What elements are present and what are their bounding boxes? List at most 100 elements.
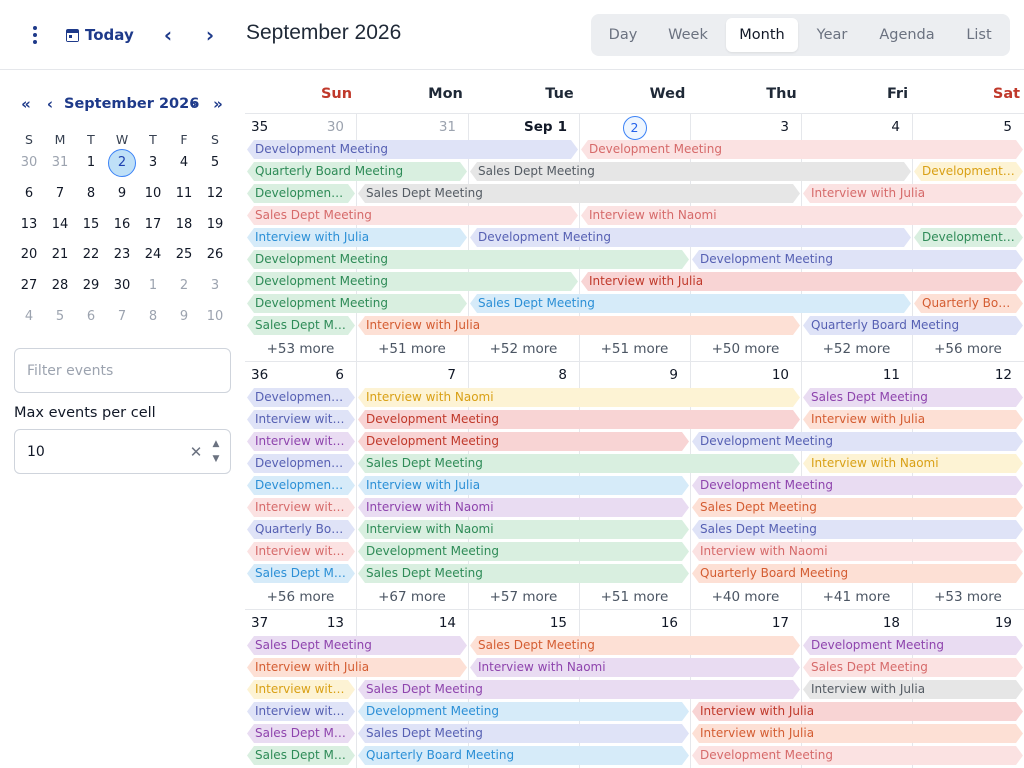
- event-bar[interactable]: Development Meeting: [470, 228, 911, 247]
- more-events-link[interactable]: +50 more: [690, 338, 801, 360]
- event-bar[interactable]: Sales Dept Meeting: [358, 454, 800, 473]
- mini-day[interactable]: 13: [15, 211, 43, 239]
- mini-day[interactable]: 12: [201, 180, 229, 208]
- day-number[interactable]: 17: [749, 615, 789, 631]
- mini-day[interactable]: 5: [201, 149, 229, 177]
- today-button[interactable]: Today: [66, 20, 134, 50]
- event-bar[interactable]: Development Meeting: [247, 140, 578, 159]
- event-bar[interactable]: Interview with Julia: [692, 724, 1023, 743]
- max-events-input[interactable]: [15, 430, 165, 473]
- event-bar[interactable]: Interview with Naomi: [692, 542, 1023, 561]
- day-number[interactable]: 5: [972, 119, 1012, 135]
- event-bar[interactable]: Quarterly Board Meeting: [358, 746, 689, 765]
- decrement-icon[interactable]: ▼: [208, 453, 224, 465]
- mini-day[interactable]: 26: [201, 241, 229, 269]
- mini-day[interactable]: 17: [139, 211, 167, 239]
- day-number[interactable]: 6: [304, 367, 344, 383]
- event-bar[interactable]: Interview with Julia: [247, 542, 355, 561]
- event-bar[interactable]: Development Meeting: [247, 184, 355, 203]
- day-number[interactable]: 18: [860, 615, 900, 631]
- mini-day[interactable]: 8: [77, 180, 105, 208]
- event-bar[interactable]: Quarterly Board Meeting: [247, 520, 355, 539]
- event-bar[interactable]: Development Meeting: [247, 388, 355, 407]
- day-number[interactable]: 8: [527, 367, 567, 383]
- increment-icon[interactable]: ▲: [208, 438, 224, 450]
- more-events-link[interactable]: +56 more: [912, 338, 1024, 360]
- event-bar[interactable]: Interview with Naomi: [247, 702, 355, 721]
- mini-day[interactable]: 10: [201, 303, 229, 331]
- view-day-button[interactable]: Day: [595, 18, 651, 52]
- event-bar[interactable]: Development Meeting: [358, 702, 689, 721]
- mini-day[interactable]: 2: [170, 272, 198, 300]
- day-number[interactable]: 12: [972, 367, 1012, 383]
- mini-prev-year-button[interactable]: «: [14, 93, 38, 115]
- mini-day[interactable]: 7: [46, 180, 74, 208]
- event-bar[interactable]: Interview with Naomi: [581, 206, 1023, 225]
- mini-day[interactable]: 6: [77, 303, 105, 331]
- event-bar[interactable]: Development Meeting: [247, 476, 355, 495]
- day-number[interactable]: 3: [749, 119, 789, 135]
- event-bar[interactable]: Interview with Julia: [803, 410, 1023, 429]
- day-number[interactable]: 11: [860, 367, 900, 383]
- day-number[interactable]: 2: [622, 116, 647, 140]
- mini-day[interactable]: 3: [139, 149, 167, 177]
- event-bar[interactable]: Sales Dept Meeting: [358, 724, 689, 743]
- event-bar[interactable]: Sales Dept Meeting: [692, 498, 1023, 517]
- event-bar[interactable]: Sales Dept Meeting: [358, 564, 689, 583]
- day-number[interactable]: 19: [972, 615, 1012, 631]
- more-events-link[interactable]: +67 more: [356, 586, 468, 608]
- event-bar[interactable]: Interview with Julia: [247, 410, 355, 429]
- more-events-link[interactable]: +40 more: [690, 586, 801, 608]
- day-number[interactable]: 15: [527, 615, 567, 631]
- event-bar[interactable]: Sales Dept Meeting: [803, 388, 1023, 407]
- event-bar[interactable]: Interview with Naomi: [247, 498, 355, 517]
- event-bar[interactable]: Development Meeting: [914, 228, 1023, 247]
- event-bar[interactable]: Development Meeting: [358, 542, 689, 561]
- event-bar[interactable]: Development Meeting: [247, 454, 355, 473]
- day-number[interactable]: 14: [416, 615, 456, 631]
- event-bar[interactable]: Sales Dept Meeting: [247, 564, 355, 583]
- event-bar[interactable]: Quarterly Board Meeting: [803, 316, 1023, 335]
- event-bar[interactable]: Sales Dept Meeting: [470, 162, 911, 181]
- event-bar[interactable]: Interview with Julia: [692, 702, 1023, 721]
- event-bar[interactable]: Sales Dept Meeting: [247, 746, 355, 765]
- event-bar[interactable]: Interview with Julia: [247, 658, 467, 677]
- mini-day[interactable]: 1: [77, 149, 105, 177]
- mini-day[interactable]: 1: [139, 272, 167, 300]
- event-bar[interactable]: Quarterly Board Meeting: [914, 294, 1023, 313]
- mini-day[interactable]: 15: [77, 211, 105, 239]
- mini-day[interactable]: 22: [77, 241, 105, 269]
- event-bar[interactable]: Development Meeting: [358, 432, 689, 451]
- mini-day[interactable]: 3: [201, 272, 229, 300]
- more-events-link[interactable]: +51 more: [579, 338, 690, 360]
- view-year-button[interactable]: Year: [802, 18, 862, 52]
- event-bar[interactable]: Interview with Julia: [358, 316, 800, 335]
- mini-day[interactable]: 9: [108, 180, 136, 208]
- mini-day[interactable]: 25: [170, 241, 198, 269]
- mini-day[interactable]: 29: [77, 272, 105, 300]
- event-bar[interactable]: Development Meeting: [692, 746, 1023, 765]
- mini-prev-month-button[interactable]: ‹: [40, 93, 60, 115]
- event-bar[interactable]: Quarterly Board Meeting: [692, 564, 1023, 583]
- mini-day[interactable]: 14: [46, 211, 74, 239]
- mini-day[interactable]: 10: [139, 180, 167, 208]
- mini-day[interactable]: 27: [15, 272, 43, 300]
- event-bar[interactable]: Interview with Naomi: [803, 454, 1023, 473]
- more-events-link[interactable]: +41 more: [801, 586, 912, 608]
- day-number[interactable]: 13: [304, 615, 344, 631]
- day-number[interactable]: 16: [638, 615, 678, 631]
- event-bar[interactable]: Interview with Julia: [803, 184, 1023, 203]
- event-bar[interactable]: Sales Dept Meeting: [470, 636, 800, 655]
- mini-next-year-button[interactable]: »: [206, 93, 230, 115]
- event-bar[interactable]: Sales Dept Meeting: [358, 184, 800, 203]
- more-options-icon[interactable]: [22, 22, 48, 48]
- event-bar[interactable]: Development Meeting: [914, 162, 1023, 181]
- mini-day[interactable]: 16: [108, 211, 136, 239]
- mini-day[interactable]: 30: [15, 149, 43, 177]
- mini-day[interactable]: 18: [170, 211, 198, 239]
- event-bar[interactable]: Development Meeting: [692, 476, 1023, 495]
- day-number[interactable]: 31: [416, 119, 456, 135]
- mini-day[interactable]: 24: [139, 241, 167, 269]
- event-bar[interactable]: Sales Dept Meeting: [803, 658, 1023, 677]
- day-number[interactable]: 9: [638, 367, 678, 383]
